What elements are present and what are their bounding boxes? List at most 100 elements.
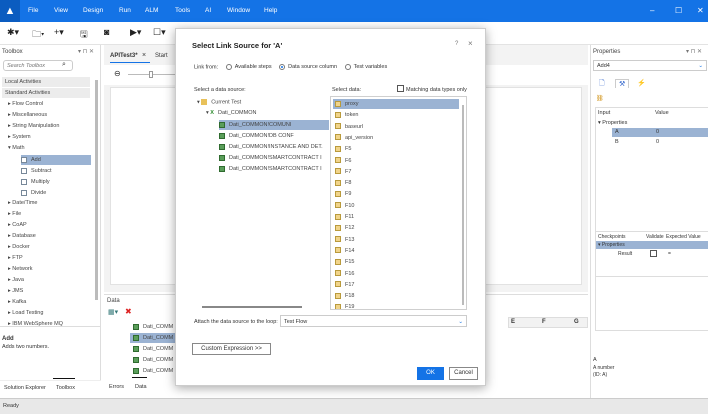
toolbox-category[interactable]: ▸ Miscellaneous [8, 112, 47, 118]
tab-data[interactable]: Data [135, 384, 147, 390]
menu-run[interactable]: Run [119, 0, 131, 22]
toolbox-activity[interactable]: Divide [21, 188, 91, 198]
data-column-item[interactable]: F12 [333, 223, 459, 233]
close-window-icon[interactable]: ✕ [697, 0, 704, 22]
menu-tools[interactable]: Tools [175, 0, 190, 22]
data-column-item[interactable]: F15 [333, 257, 459, 267]
data-column-item[interactable]: token [333, 110, 459, 120]
data-column-item[interactable]: F13 [333, 235, 459, 245]
menu-help[interactable]: Help [264, 0, 277, 22]
toolbox-activity[interactable]: Multiply [21, 177, 91, 187]
data-sheet-item[interactable]: Dati_COMMON!COMUNI [219, 120, 329, 130]
group-standard-activities[interactable]: Standard Activities [2, 88, 90, 98]
matching-types-label[interactable]: Matching data types only [406, 87, 467, 93]
toolbox-category[interactable]: ▸ Load Testing [8, 310, 43, 316]
validate-checkbox[interactable] [650, 250, 657, 257]
data-sheet-item[interactable]: Dati_COMMON!SMARTCONTRACT I [219, 153, 329, 163]
properties-group[interactable]: ▾ Properties [598, 120, 627, 126]
data-column-item[interactable]: api_version [333, 133, 459, 143]
run-icon[interactable]: ▶▾ [130, 27, 141, 38]
radio[interactable] [344, 64, 351, 70]
zoom-slider[interactable] [128, 74, 178, 75]
menu-ai[interactable]: AI [205, 0, 211, 22]
add-icon[interactable]: +▾ [54, 27, 64, 38]
toolbox-category[interactable]: ▸ Network [8, 266, 32, 272]
toolbox-activity[interactable]: Add [21, 155, 91, 165]
data-column-item[interactable]: F19 [333, 302, 459, 309]
tree-hscrollbar[interactable] [202, 306, 302, 308]
data-column-item[interactable]: F6 [333, 156, 459, 166]
radio-selected[interactable] [279, 64, 286, 70]
checkpoints-group[interactable]: ▾ Properties [598, 242, 625, 248]
link-icon[interactable]: ⛓ [596, 95, 604, 102]
radio[interactable] [225, 64, 232, 70]
tab-toolbox[interactable]: Toolbox [56, 385, 75, 391]
toolbox-category[interactable]: ▸ Kafka [8, 299, 26, 305]
data-source-row[interactable]: Dati_COMM [130, 322, 175, 332]
data-source-row[interactable]: Dati_COMM [130, 355, 175, 365]
toolbox-category[interactable]: ▸ Docker [8, 244, 30, 250]
tab-apitest3[interactable]: APITest3* [110, 53, 138, 59]
toolbox-activity[interactable]: Subtract [21, 166, 91, 176]
open-icon[interactable]: 🗀▾ [32, 27, 44, 43]
menu-file[interactable]: File [28, 0, 38, 22]
search-icon[interactable]: ⌕ [62, 61, 66, 69]
save-icon[interactable]: 🖫 [80, 27, 88, 43]
pin-icon[interactable]: ▾ ⊓ ✕ [686, 48, 702, 55]
column-f[interactable]: F [542, 319, 546, 325]
data-column-item[interactable]: F9 [333, 189, 459, 199]
loop-select[interactable]: Test Flow ⌄ [280, 315, 467, 327]
toolbox-category[interactable]: ▸ JMS [8, 288, 23, 294]
data-column-item[interactable]: F14 [333, 246, 459, 256]
add-data-source-icon[interactable]: ▦▾ [108, 308, 118, 316]
option-data-source-column[interactable]: Data source column [279, 64, 337, 70]
pin-icon[interactable]: ▾ ⊓ ✕ [78, 48, 94, 55]
toolbox-category[interactable]: ▸ FTP [8, 255, 23, 261]
input-row-a[interactable]: A 0 [612, 128, 708, 137]
calendar-icon[interactable]: ☐▾ [153, 27, 166, 38]
toolbox-category[interactable]: ▸ System [8, 134, 31, 140]
column-g[interactable]: G [574, 319, 579, 325]
delete-icon[interactable]: ✖ [125, 307, 132, 316]
data-column-item[interactable]: F5 [333, 144, 459, 154]
column-e[interactable]: E [511, 319, 515, 325]
tab-start[interactable]: Start [155, 53, 168, 59]
minimize-icon[interactable]: – [650, 0, 654, 22]
close-icon[interactable]: × [468, 39, 473, 48]
data-column-item[interactable]: F17 [333, 280, 459, 290]
data-list-scrollbar[interactable] [462, 105, 464, 305]
group-local-activities[interactable]: Local Activities [2, 77, 90, 87]
close-tab-icon[interactable]: × [142, 52, 146, 59]
toolbox-scrollbar[interactable] [95, 80, 98, 300]
data-column-item[interactable]: proxy [333, 99, 459, 109]
data-source-tree[interactable]: ▾ Current Test ▾ X Dati_COMMON Dati_COMMO… [192, 96, 329, 310]
toolbox-category[interactable]: ▸ Database [8, 233, 36, 239]
properties-tab-icon[interactable]: ⚒ [615, 79, 630, 88]
save-all-icon[interactable]: ◙ [104, 27, 109, 37]
toolbox-category[interactable]: ▸ File [8, 211, 21, 217]
data-column-item[interactable]: F16 [333, 269, 459, 279]
cancel-button[interactable]: Cancel [449, 367, 478, 380]
zoom-slider-handle[interactable] [149, 71, 153, 78]
data-column-item[interactable]: F10 [333, 201, 459, 211]
toolbox-category[interactable]: ▸ Date/Time [8, 200, 37, 206]
menu-window[interactable]: Window [227, 0, 250, 22]
menu-view[interactable]: View [54, 0, 68, 22]
data-column-item[interactable]: F7 [333, 167, 459, 177]
toolbox-category[interactable]: ▸ CoAP [8, 222, 27, 228]
object-selector[interactable]: Add4 ⌄ [593, 60, 707, 71]
expected-operator[interactable]: = [668, 251, 671, 257]
tab-errors[interactable]: Errors [109, 384, 124, 390]
data-sheet-item[interactable]: Dati_COMMON!INSTANCE AND DET. [219, 142, 329, 152]
data-column-item[interactable]: baseurl [333, 122, 459, 132]
menu-alm[interactable]: ALM [145, 0, 158, 22]
data-column-item[interactable]: F8 [333, 178, 459, 188]
tab-solution-explorer[interactable]: Solution Explorer [4, 385, 46, 391]
maximize-icon[interactable]: ☐ [675, 0, 682, 22]
events-tab-icon[interactable]: ⚡ [637, 79, 646, 87]
zoom-out-icon[interactable]: ⊖ [114, 69, 121, 78]
toolbox-category[interactable]: ▸ String Manipulation [8, 123, 59, 129]
custom-expression-button[interactable]: Custom Expression >> [192, 343, 271, 355]
data-source-row[interactable]: Dati_COMM [130, 333, 175, 343]
data-list[interactable]: proxy token baseurl api_version F5 F6 F7 F8 F9 F1… [330, 96, 467, 310]
